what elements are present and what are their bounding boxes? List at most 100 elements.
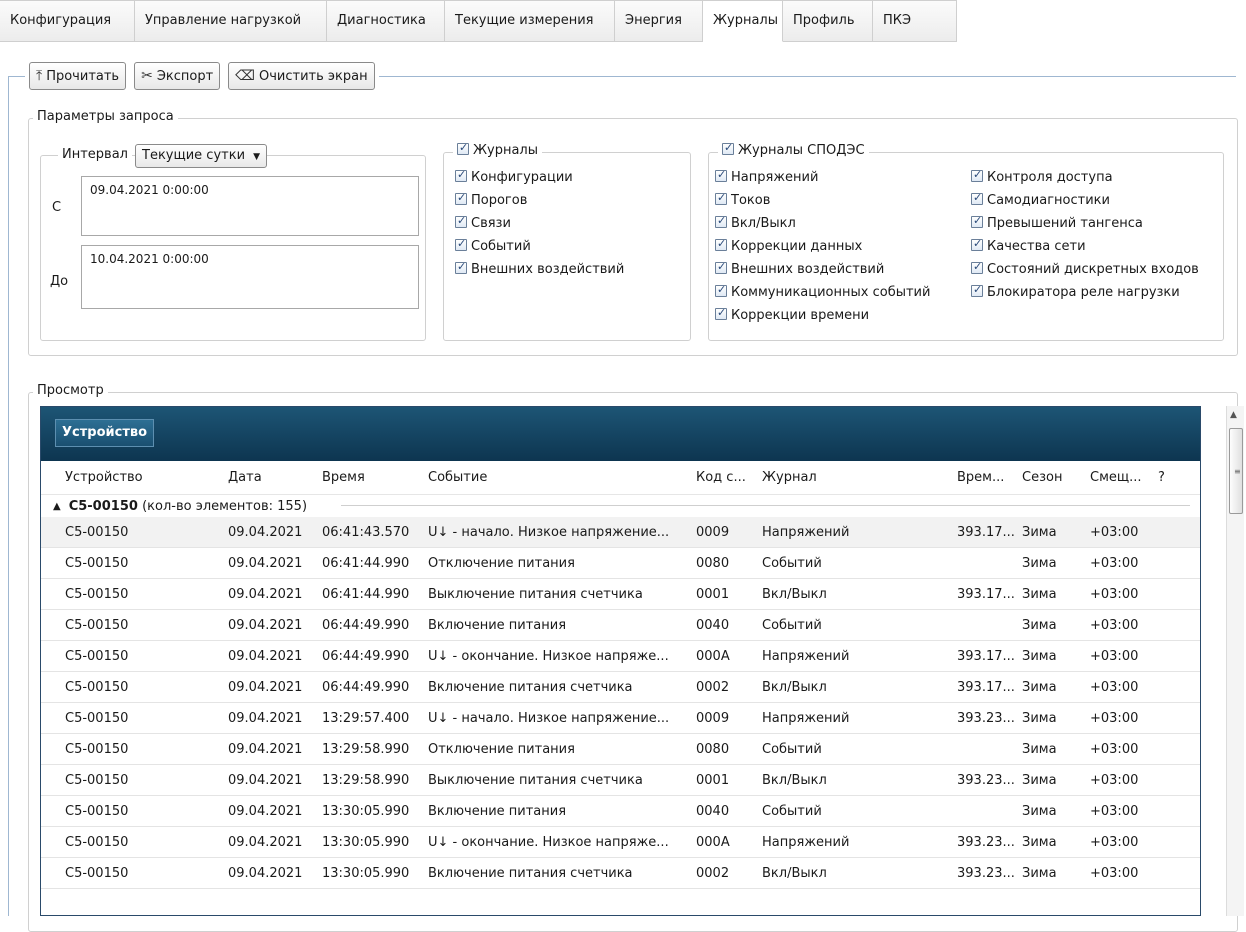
spodes-option[interactable]: Контроля доступа (971, 168, 1113, 185)
journal-option-label: Конфигурации (471, 170, 573, 185)
read-button[interactable]: ⤒ Прочитать (29, 62, 127, 90)
checkbox[interactable] (455, 237, 467, 251)
checkbox[interactable] (455, 168, 467, 182)
spodes-option[interactable]: Вкл/Выкл (715, 214, 796, 231)
table-row[interactable]: C5-00150 09.04.2021 06:41:43.570 U↓ - начал… (41, 517, 1200, 548)
checkbox[interactable] (971, 283, 983, 297)
journal-option[interactable]: Событий (455, 237, 531, 254)
journal-option[interactable]: Порогов (455, 191, 527, 208)
spodes-option[interactable]: Состояний дискретных входов (971, 260, 1199, 277)
table-row[interactable]: C5-00150 09.04.2021 13:29:58.990 Отключение… (41, 734, 1200, 765)
journal-option[interactable]: Внешних воздействий (455, 260, 624, 277)
column-header[interactable]: Смещ... (1090, 470, 1158, 485)
table-row[interactable]: C5-00150 09.04.2021 13:30:05.990 Включение … (41, 796, 1200, 827)
column-header[interactable]: Журнал (762, 470, 957, 485)
checkbox[interactable] (715, 283, 727, 297)
table-cell: Событий (762, 803, 822, 819)
column-header[interactable]: Сезон (1022, 470, 1090, 485)
export-button[interactable]: ✂ Экспорт (134, 62, 221, 90)
checkbox[interactable] (971, 214, 983, 228)
interval-select[interactable]: Текущие сутки ▼ (135, 144, 268, 168)
table-cell: C5-00150 (65, 865, 129, 881)
checkbox[interactable] (455, 260, 467, 274)
table-row[interactable]: C5-00150 09.04.2021 06:44:49.990 Включение … (41, 610, 1200, 641)
tab-2[interactable]: Диагностика (327, 0, 445, 42)
column-header[interactable]: Устройство (65, 470, 228, 485)
spodes-journals-toggle[interactable]: Журналы СПОДЭС (718, 141, 869, 158)
group-by-device-chip[interactable]: Устройство (55, 419, 155, 447)
journal-option-label: Связи (471, 216, 511, 231)
spodes-option[interactable]: Коррекции времени (715, 306, 869, 323)
column-header[interactable]: ? (1158, 470, 1178, 485)
scrollbar-thumb[interactable]: ≡ (1229, 428, 1243, 514)
spodes-option[interactable]: Напряжений (715, 168, 818, 185)
tab-3[interactable]: Текущие измерения (445, 0, 615, 42)
vertical-scrollbar[interactable]: ▲ ≡ (1226, 406, 1244, 916)
group-header-row[interactable]: ▲ C5-00150 (кол-во элементов: 155) (41, 495, 1200, 517)
spodes-option[interactable]: Токов (715, 191, 770, 208)
spodes-option[interactable]: Коммуникационных событий (715, 283, 930, 300)
table-cell: Напряжений (762, 834, 850, 850)
spodes-option[interactable]: Самодиагностики (971, 191, 1110, 208)
table-cell: C5-00150 (65, 834, 129, 850)
checkbox[interactable] (455, 214, 467, 228)
table-row[interactable]: C5-00150 09.04.2021 06:41:44.990 Отключение… (41, 548, 1200, 579)
spodes-option[interactable]: Внешних воздействий (715, 260, 884, 277)
table-row[interactable]: C5-00150 09.04.2021 06:44:49.990 U↓ - оконч… (41, 641, 1200, 672)
tab-6[interactable]: Профиль (783, 0, 873, 42)
column-header[interactable]: Код с... (696, 470, 762, 485)
column-header[interactable]: Событие (428, 470, 696, 485)
table-row[interactable]: C5-00150 09.04.2021 13:30:05.990 U↓ - оконч… (41, 827, 1200, 858)
table-cell: U↓ - начало. Низкое напряжение... (428, 524, 670, 540)
table-row[interactable]: C5-00150 09.04.2021 13:30:05.990 Включение … (41, 858, 1200, 889)
checkbox[interactable] (715, 214, 727, 228)
collapse-icon[interactable]: ▲ (53, 501, 61, 512)
table-cell: Выключение питания счетчика (428, 772, 643, 788)
table-cell: 09.04.2021 (228, 803, 303, 819)
table-cell: Включение питания (428, 803, 567, 819)
table-cell: Зима (1022, 834, 1057, 850)
checkbox[interactable] (455, 191, 467, 205)
checkbox[interactable] (971, 191, 983, 205)
table-row[interactable]: C5-00150 09.04.2021 13:29:57.400 U↓ - начал… (41, 703, 1200, 734)
group-panel: Устройство (41, 407, 1200, 461)
spodes-option[interactable]: Превышений тангенса (971, 214, 1143, 231)
checkbox[interactable] (715, 168, 727, 182)
checkbox[interactable] (971, 237, 983, 251)
column-header[interactable]: Дата (228, 470, 322, 485)
spodes-option[interactable]: Качества сети (971, 237, 1086, 254)
table-cell: 09.04.2021 (228, 679, 303, 695)
tab-0[interactable]: Конфигурация (0, 0, 135, 42)
journals-toggle[interactable]: Журналы (453, 141, 542, 158)
journal-option[interactable]: Связи (455, 214, 511, 231)
table-cell: +03:00 (1090, 772, 1139, 788)
column-header[interactable]: Врем... (957, 470, 1022, 485)
spodes-journals-checkbox[interactable] (722, 141, 734, 155)
tab-5[interactable]: Журналы (703, 0, 783, 42)
checkbox[interactable] (715, 260, 727, 274)
tab-7[interactable]: ПКЭ (873, 0, 957, 42)
clear-screen-button[interactable]: ⌫ Очистить экран (228, 62, 375, 90)
checkbox[interactable] (715, 237, 727, 251)
table-row[interactable]: C5-00150 09.04.2021 06:44:49.990 Включение … (41, 672, 1200, 703)
journal-option[interactable]: Конфигурации (455, 168, 573, 185)
journals-checkbox[interactable] (457, 141, 469, 155)
from-date-field[interactable]: 09.04.2021 0:00:00 (81, 176, 419, 236)
table-row[interactable]: C5-00150 09.04.2021 06:41:44.990 Выключение… (41, 579, 1200, 610)
checkbox[interactable] (971, 260, 983, 274)
table-cell: Отключение питания (428, 555, 575, 571)
table-row[interactable]: C5-00150 09.04.2021 13:29:58.990 Выключение… (41, 765, 1200, 796)
table-cell: +03:00 (1090, 803, 1139, 819)
spodes-option[interactable]: Блокиратора реле нагрузки (971, 283, 1180, 300)
scroll-up-icon[interactable]: ▲ (1230, 410, 1237, 420)
checkbox[interactable] (715, 191, 727, 205)
tab-1[interactable]: Управление нагрузкой (135, 0, 327, 42)
column-header[interactable]: Время (322, 470, 428, 485)
spodes-option[interactable]: Коррекции данных (715, 237, 862, 254)
checkbox[interactable] (971, 168, 983, 182)
table-cell: Напряжений (762, 524, 850, 540)
to-date-field[interactable]: 10.04.2021 0:00:00 (81, 245, 419, 309)
table-cell: C5-00150 (65, 710, 129, 726)
checkbox[interactable] (715, 306, 727, 320)
tab-4[interactable]: Энергия (615, 0, 703, 42)
